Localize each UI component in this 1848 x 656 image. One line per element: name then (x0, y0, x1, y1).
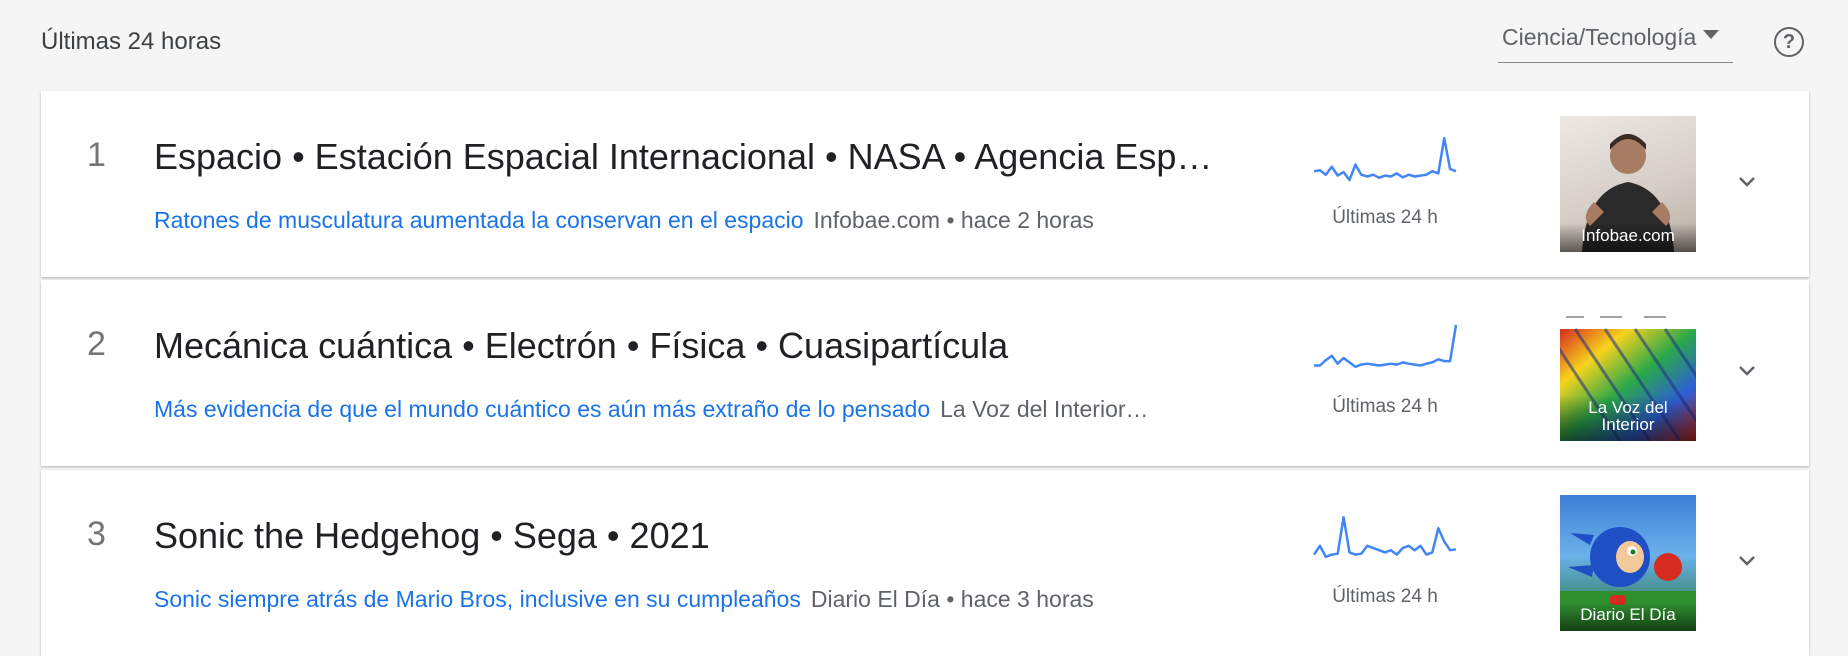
category-dropdown-value: Ciencia/Tecnología (1502, 24, 1697, 50)
dropdown-caret-icon (1703, 30, 1719, 39)
trend-card[interactable]: 3 Sonic the Hedgehog • Sega • 2021 Sonic… (41, 470, 1809, 656)
trend-sparkline (1314, 324, 1458, 369)
time-period-label: Últimas 24 horas (41, 28, 222, 55)
trend-sparkline (1313, 136, 1457, 182)
article-image[interactable]: Diario El Día (1560, 495, 1696, 631)
trend-rank: 2 (87, 325, 106, 363)
trend-sparkline (1312, 515, 1457, 559)
article-image[interactable]: Infobae.com (1560, 116, 1696, 252)
article-line: Ratones de musculatura aumentada la cons… (154, 207, 1094, 234)
help-icon[interactable]: ? (1774, 27, 1804, 57)
image-caption: Diario El Día (1560, 602, 1696, 631)
sparkline-label: Últimas 24 h (1332, 586, 1438, 607)
expand-chevron-icon[interactable] (1735, 548, 1759, 572)
trend-card[interactable]: 2 Mecánica cuántica • Electrón • Física … (41, 280, 1809, 466)
trend-rank: 1 (87, 136, 106, 174)
article-source: La Voz del Interior • hace 3 horas (940, 396, 1150, 422)
sparkline-path (1314, 324, 1458, 369)
image-caption: Infobae.com (1560, 223, 1696, 252)
article-line: Sonic siempre atrás de Mario Bros, inclu… (154, 586, 1094, 613)
sparkline-label: Últimas 24 h (1332, 396, 1438, 417)
article-link[interactable]: Ratones de musculatura aumentada la cons… (154, 207, 804, 234)
sparkline-label: Últimas 24 h (1332, 207, 1438, 228)
article-line: Más evidencia de que el mundo cuántico e… (154, 396, 1150, 423)
category-dropdown[interactable]: Ciencia/Tecnología (1498, 18, 1733, 63)
article-link[interactable]: Más evidencia de que el mundo cuántico e… (154, 396, 930, 423)
article-source: Diario El Día • hace 3 horas (810, 586, 1094, 612)
article-link[interactable]: Sonic siempre atrás de Mario Bros, inclu… (154, 586, 801, 613)
article-source: Infobae.com • hace 2 horas (813, 207, 1094, 233)
trend-rank: 3 (87, 515, 106, 553)
trend-card[interactable]: 1 Espacio • Estación Espacial Internacio… (41, 91, 1809, 277)
trend-title[interactable]: Espacio • Estación Espacial Internaciona… (154, 136, 1214, 178)
expand-chevron-icon[interactable] (1735, 169, 1759, 193)
page-header: Últimas 24 horas Ciencia/Tecnología ? (0, 0, 1848, 90)
article-image[interactable]: La Voz del Interior (1560, 305, 1696, 441)
sparkline-path (1313, 136, 1457, 182)
image-caption: La Voz del Interior (1560, 395, 1696, 441)
sparkline-path (1312, 515, 1457, 559)
trend-title[interactable]: Mecánica cuántica • Electrón • Física • … (154, 325, 1214, 367)
expand-chevron-icon[interactable] (1735, 358, 1759, 382)
trend-title[interactable]: Sonic the Hedgehog • Sega • 2021 (154, 515, 1214, 557)
